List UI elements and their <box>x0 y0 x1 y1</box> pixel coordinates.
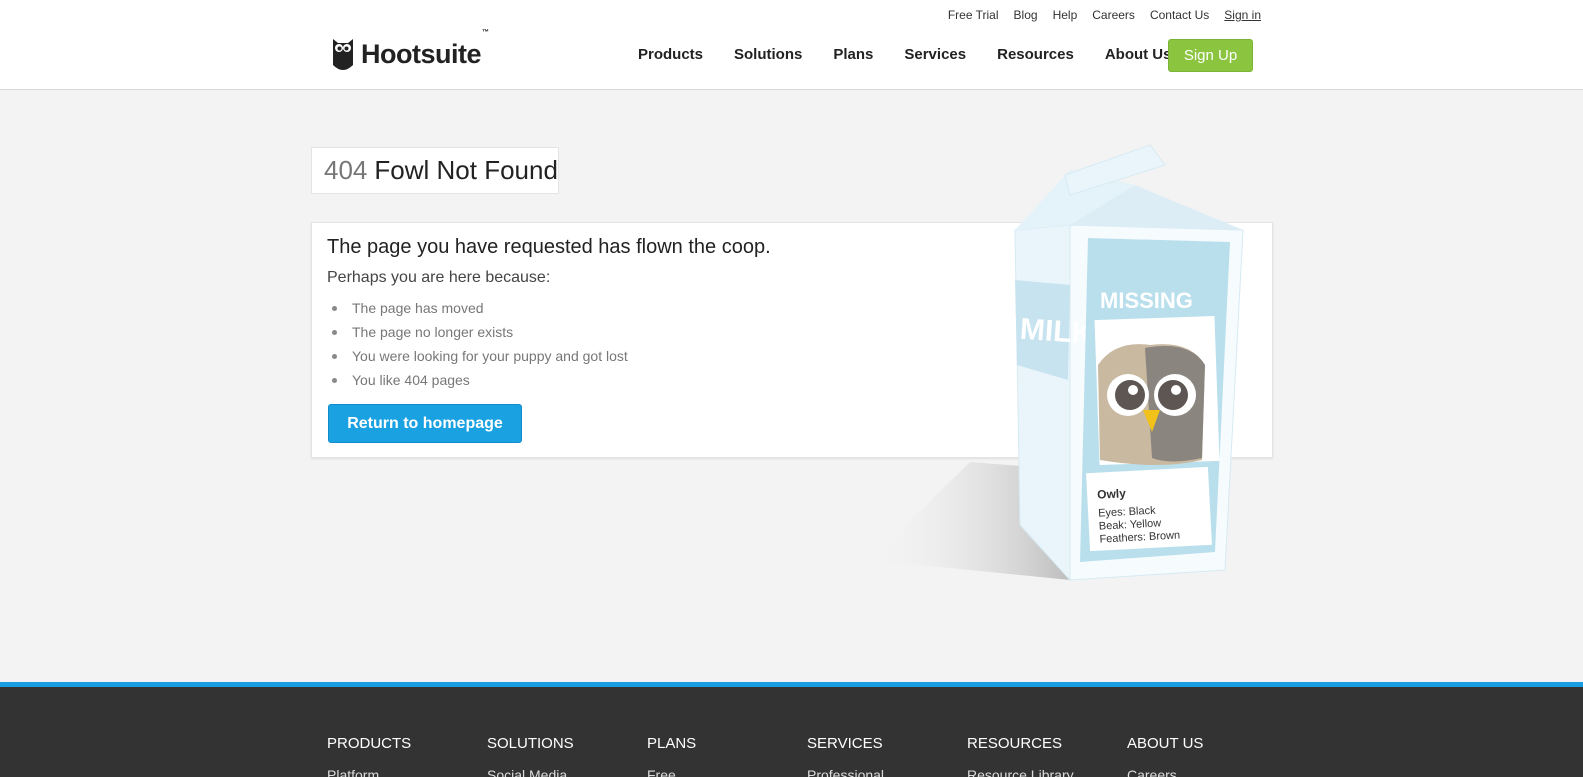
footer-heading: SOLUTIONS <box>487 735 574 752</box>
footer-col-plans: PLANS Free <box>647 735 807 777</box>
missing-milk-carton-illustration: MILK MISSING Owly Eyes: Black Beak: Yell… <box>870 144 1244 582</box>
return-to-homepage-button[interactable]: Return to homepage <box>328 404 522 443</box>
site-footer: PRODUCTS Platform SOLUTIONS Social Media… <box>0 682 1583 777</box>
nav-about-us[interactable]: About Us <box>1105 46 1172 64</box>
carton-left-side <box>1014 224 1071 582</box>
list-item: You like 404 pages <box>329 372 628 396</box>
footer-link[interactable]: Platform <box>327 767 487 777</box>
footer-heading: SERVICES <box>807 735 883 752</box>
footer-col-resources: RESOURCES Resource Library <box>967 735 1127 777</box>
hootsuite-logo[interactable]: Hootsuite™ <box>331 28 489 71</box>
owly-name: Owly <box>1097 486 1127 501</box>
footer-link[interactable]: Careers <box>1127 767 1287 777</box>
error-heading: The page you have requested has flown th… <box>327 236 771 258</box>
error-title: Fowl Not Found <box>374 155 558 185</box>
footer-link[interactable]: Professional <box>807 767 967 777</box>
main-nav: Products Solutions Plans Services Resour… <box>638 46 1203 64</box>
util-link-blog[interactable]: Blog <box>1014 8 1038 22</box>
footer-link[interactable]: Social Media <box>487 767 647 777</box>
error-subheading: Perhaps you are here because: <box>327 269 551 286</box>
reasons-list: The page has moved The page no longer ex… <box>329 300 628 396</box>
footer-heading: ABOUT US <box>1127 735 1204 752</box>
util-link-contact-us[interactable]: Contact Us <box>1150 8 1209 22</box>
footer-columns: PRODUCTS Platform SOLUTIONS Social Media… <box>327 735 1287 777</box>
page-title: 404 Fowl Not Found <box>311 147 559 194</box>
error-code: 404 <box>324 155 368 185</box>
nav-resources[interactable]: Resources <box>997 46 1074 64</box>
nav-solutions[interactable]: Solutions <box>734 46 802 64</box>
footer-heading: PRODUCTS <box>327 735 412 752</box>
carton-side-text: MILK <box>1019 313 1095 351</box>
list-item: The page has moved <box>329 300 628 324</box>
logo-text: Hootsuite™ <box>361 28 489 69</box>
utility-nav: Free Trial Blog Help Careers Contact Us … <box>933 8 1261 22</box>
util-link-careers[interactable]: Careers <box>1092 8 1135 22</box>
site-header: Free Trial Blog Help Careers Contact Us … <box>0 0 1583 90</box>
util-link-free-trial[interactable]: Free Trial <box>948 8 999 22</box>
list-item: You were looking for your puppy and got … <box>329 348 628 372</box>
owly-owl-icon <box>1098 344 1205 465</box>
footer-col-solutions: SOLUTIONS Social Media <box>487 735 647 777</box>
footer-heading: PLANS <box>647 735 697 752</box>
nav-products[interactable]: Products <box>638 46 703 64</box>
footer-col-services: SERVICES Professional <box>807 735 967 777</box>
nav-services[interactable]: Services <box>904 46 966 64</box>
util-link-help[interactable]: Help <box>1053 8 1078 22</box>
sign-up-button[interactable]: Sign Up <box>1168 39 1253 72</box>
list-item: The page no longer exists <box>329 324 628 348</box>
footer-col-about-us: ABOUT US Careers <box>1127 735 1287 777</box>
nav-plans[interactable]: Plans <box>833 46 873 64</box>
owl-logo-icon <box>333 39 353 70</box>
footer-heading: RESOURCES <box>967 735 1063 752</box>
footer-link[interactable]: Free <box>647 767 807 777</box>
footer-col-products: PRODUCTS Platform <box>327 735 487 777</box>
missing-label: MISSING <box>1100 288 1193 313</box>
sign-in-link[interactable]: Sign in <box>1224 8 1261 22</box>
footer-link[interactable]: Resource Library <box>967 767 1127 777</box>
